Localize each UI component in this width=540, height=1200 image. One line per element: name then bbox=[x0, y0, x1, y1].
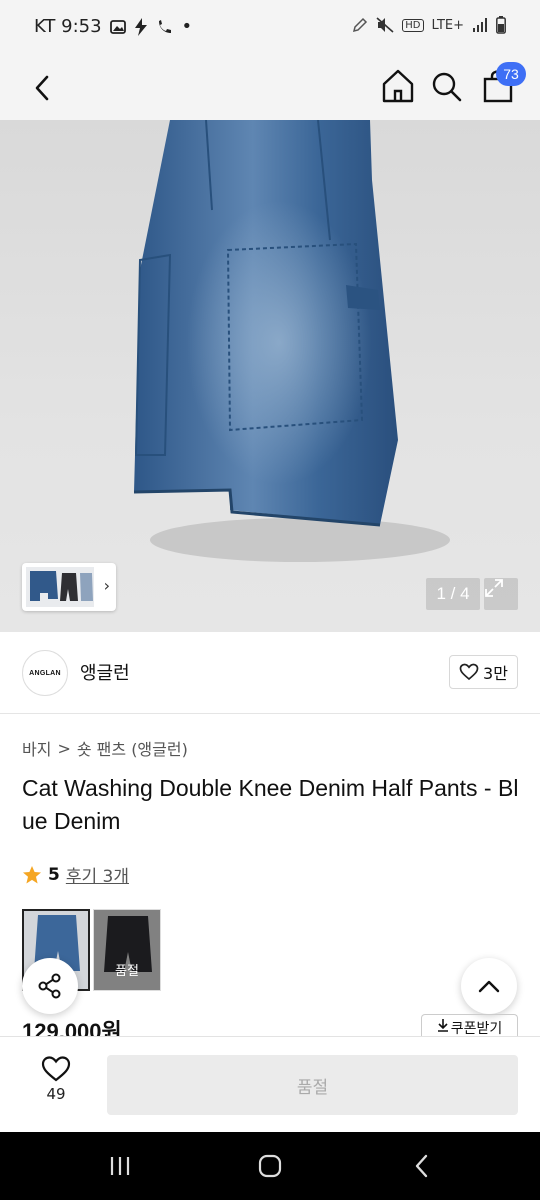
home-nav-button[interactable] bbox=[250, 1150, 290, 1182]
status-right: HD LTE+ bbox=[352, 16, 506, 34]
image-counter: 1 / 4 bbox=[426, 578, 480, 610]
rating-row: 5 후기 3개 bbox=[22, 862, 129, 887]
flash-notification-icon bbox=[134, 17, 147, 36]
call-notification-icon bbox=[158, 19, 171, 33]
status-dot: • bbox=[181, 16, 193, 37]
thumbnail-image bbox=[26, 567, 94, 607]
share-icon bbox=[38, 973, 61, 999]
search-button[interactable] bbox=[424, 64, 468, 108]
gallery-thumbnail-strip[interactable]: › bbox=[22, 563, 116, 611]
signal-icon bbox=[473, 18, 487, 32]
brand-name[interactable]: 앵글런 bbox=[80, 659, 130, 685]
wishlist-count: 49 bbox=[46, 1085, 66, 1103]
home-icon bbox=[382, 69, 414, 103]
review-link[interactable]: 후기 3개 bbox=[66, 862, 129, 887]
breadcrumb-category[interactable]: 바지 bbox=[22, 736, 51, 760]
status-bar: KT 9:53 • HD LTE+ bbox=[0, 0, 540, 56]
status-left: KT 9:53 • bbox=[34, 16, 192, 37]
product-photo-denim-shorts bbox=[133, 120, 450, 562]
breadcrumb-subcategory[interactable]: 숏 팬츠 (앵글런) bbox=[77, 736, 188, 760]
breadcrumb: 바지 > 숏 팬츠 (앵글런) bbox=[22, 736, 188, 760]
star-icon bbox=[23, 865, 41, 883]
home-circle-icon bbox=[258, 1154, 282, 1178]
breadcrumb-separator: > bbox=[57, 738, 71, 758]
coupon-button[interactable]: 쿠폰받기 bbox=[421, 1014, 518, 1036]
soldout-label: 품절 bbox=[115, 964, 139, 979]
back-nav-icon bbox=[415, 1154, 428, 1178]
pen-icon bbox=[353, 17, 368, 33]
expand-icon bbox=[485, 579, 503, 597]
rating-value: 5 bbox=[48, 864, 60, 885]
wishlist-button[interactable]: 49 bbox=[26, 1055, 86, 1115]
brand-logo[interactable]: ANGLAN bbox=[22, 650, 68, 696]
chevron-left-icon bbox=[35, 75, 49, 101]
scroll-to-top-button[interactable] bbox=[461, 958, 517, 1014]
search-icon bbox=[432, 72, 462, 102]
mute-icon bbox=[376, 17, 394, 33]
gallery-notification-icon bbox=[109, 19, 126, 34]
heart-outline-icon bbox=[459, 663, 479, 681]
product-title: Cat Washing Double Knee Denim Half Pants… bbox=[22, 775, 519, 834]
back-button[interactable] bbox=[22, 66, 62, 110]
brand-row[interactable]: ANGLAN 앵글런 3만 bbox=[0, 632, 540, 714]
back-nav-button[interactable] bbox=[402, 1150, 442, 1182]
option-black-denim-soldout[interactable]: 품절 bbox=[93, 909, 161, 991]
bottom-action-bar: 49 품절 bbox=[0, 1036, 540, 1132]
chevron-up-icon bbox=[478, 980, 500, 993]
coupon-label: 쿠폰받기 bbox=[450, 1021, 503, 1036]
thumbnail-chevron: › bbox=[103, 576, 110, 595]
product-image-gallery[interactable]: › 1 / 4 bbox=[0, 120, 540, 632]
soldout-purchase-button[interactable]: 품절 bbox=[107, 1055, 518, 1115]
battery-icon bbox=[496, 16, 506, 34]
recent-apps-button[interactable] bbox=[100, 1150, 140, 1182]
app-header bbox=[0, 56, 540, 120]
expand-image-button[interactable] bbox=[484, 578, 518, 610]
recent-apps-icon bbox=[110, 1157, 130, 1175]
download-icon bbox=[437, 1019, 448, 1032]
system-navigation-bar bbox=[0, 1132, 540, 1200]
heart-outline-icon bbox=[41, 1056, 71, 1082]
share-button[interactable] bbox=[22, 958, 78, 1014]
product-price: 129,000원 bbox=[22, 1019, 122, 1036]
hd-badge: HD bbox=[402, 18, 424, 32]
home-button[interactable] bbox=[376, 64, 420, 108]
status-time: KT 9:53 bbox=[34, 16, 102, 37]
brand-like-count: 3만 bbox=[483, 664, 508, 683]
network-type: LTE+ bbox=[431, 17, 465, 33]
brand-like-button[interactable]: 3만 bbox=[449, 655, 518, 689]
cart-count-badge: 73 bbox=[496, 62, 526, 86]
